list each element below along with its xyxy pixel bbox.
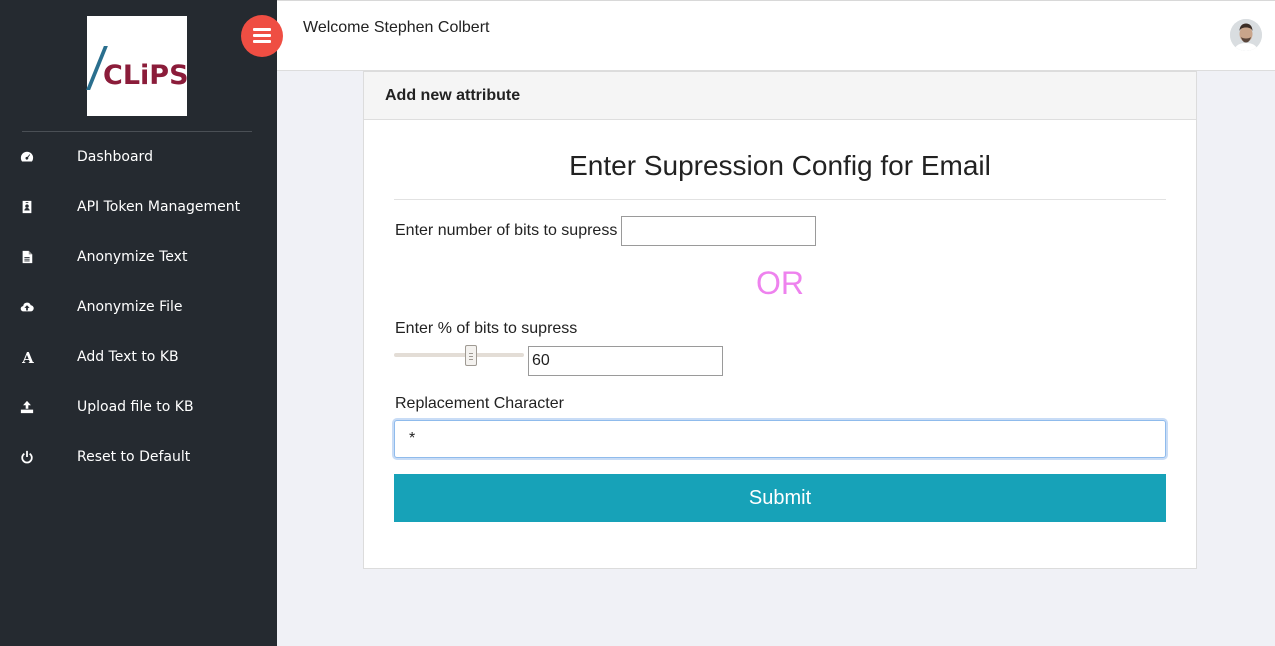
sidebar-item-api-token-management[interactable]: API Token Management [0,182,277,232]
upload-icon [20,400,36,416]
sidebar-item-upload-file-to-kb[interactable]: Upload file to KB [0,382,277,432]
badge-icon [20,200,36,216]
replacement-label: Replacement Character [395,395,564,412]
welcome-text: Welcome Stephen Colbert [303,19,490,36]
sidebar-item-dashboard[interactable]: Dashboard [0,132,277,182]
form-heading: Enter Supression Config for Email [569,150,991,181]
card-header: Add new attribute [364,72,1196,120]
logo-text: CLiPS [103,60,189,91]
percent-slider[interactable] [394,353,524,357]
or-separator: OR [756,265,804,301]
bits-label: Enter number of bits to supress [395,222,618,239]
submit-button[interactable]: Submit [394,474,1166,522]
font-icon: A [22,349,34,367]
top-header: Welcome Stephen Colbert [277,0,1275,71]
sidebar-item-label: Reset to Default [77,449,191,465]
replacement-input[interactable] [394,420,1166,458]
sidebar-item-label: Upload file to KB [77,399,194,415]
dashboard-icon [20,150,36,166]
sidebar-item-label: Anonymize File [77,299,183,315]
sidebar-item-label: API Token Management [77,199,241,215]
logo: CLiPS [86,16,189,116]
sidebar-item-add-text-to-kb[interactable]: A Add Text to KB [0,332,277,382]
cloud-upload-icon [20,300,36,316]
file-text-icon [20,250,36,266]
user-avatar[interactable] [1230,19,1262,51]
sidebar: CLiPS Dashboard API Token Management Ano… [0,0,277,646]
percent-label: Enter % of bits to supress [395,320,578,337]
percent-input[interactable] [528,346,723,376]
bits-input[interactable] [621,216,816,246]
sidebar-item-anonymize-file[interactable]: Anonymize File [0,282,277,332]
sidebar-item-label: Dashboard [77,149,153,165]
menu-icon-bar [253,34,271,37]
percent-slider-thumb[interactable] [464,345,477,366]
sidebar-toggle-button[interactable] [241,15,283,57]
avatar-image [1230,19,1262,51]
card-title: Add new attribute [385,87,521,104]
sidebar-item-label: Add Text to KB [77,349,179,365]
sidebar-item-anonymize-text[interactable]: Anonymize Text [0,232,277,282]
sidebar-item-reset-to-default[interactable]: Reset to Default [0,432,277,482]
power-icon [20,450,36,466]
menu-icon-bar [253,28,271,31]
heading-divider [394,199,1166,200]
menu-icon-bar [253,40,271,43]
attribute-card: Add new attribute Enter Supression Confi… [363,71,1197,569]
sidebar-item-label: Anonymize Text [77,249,188,265]
